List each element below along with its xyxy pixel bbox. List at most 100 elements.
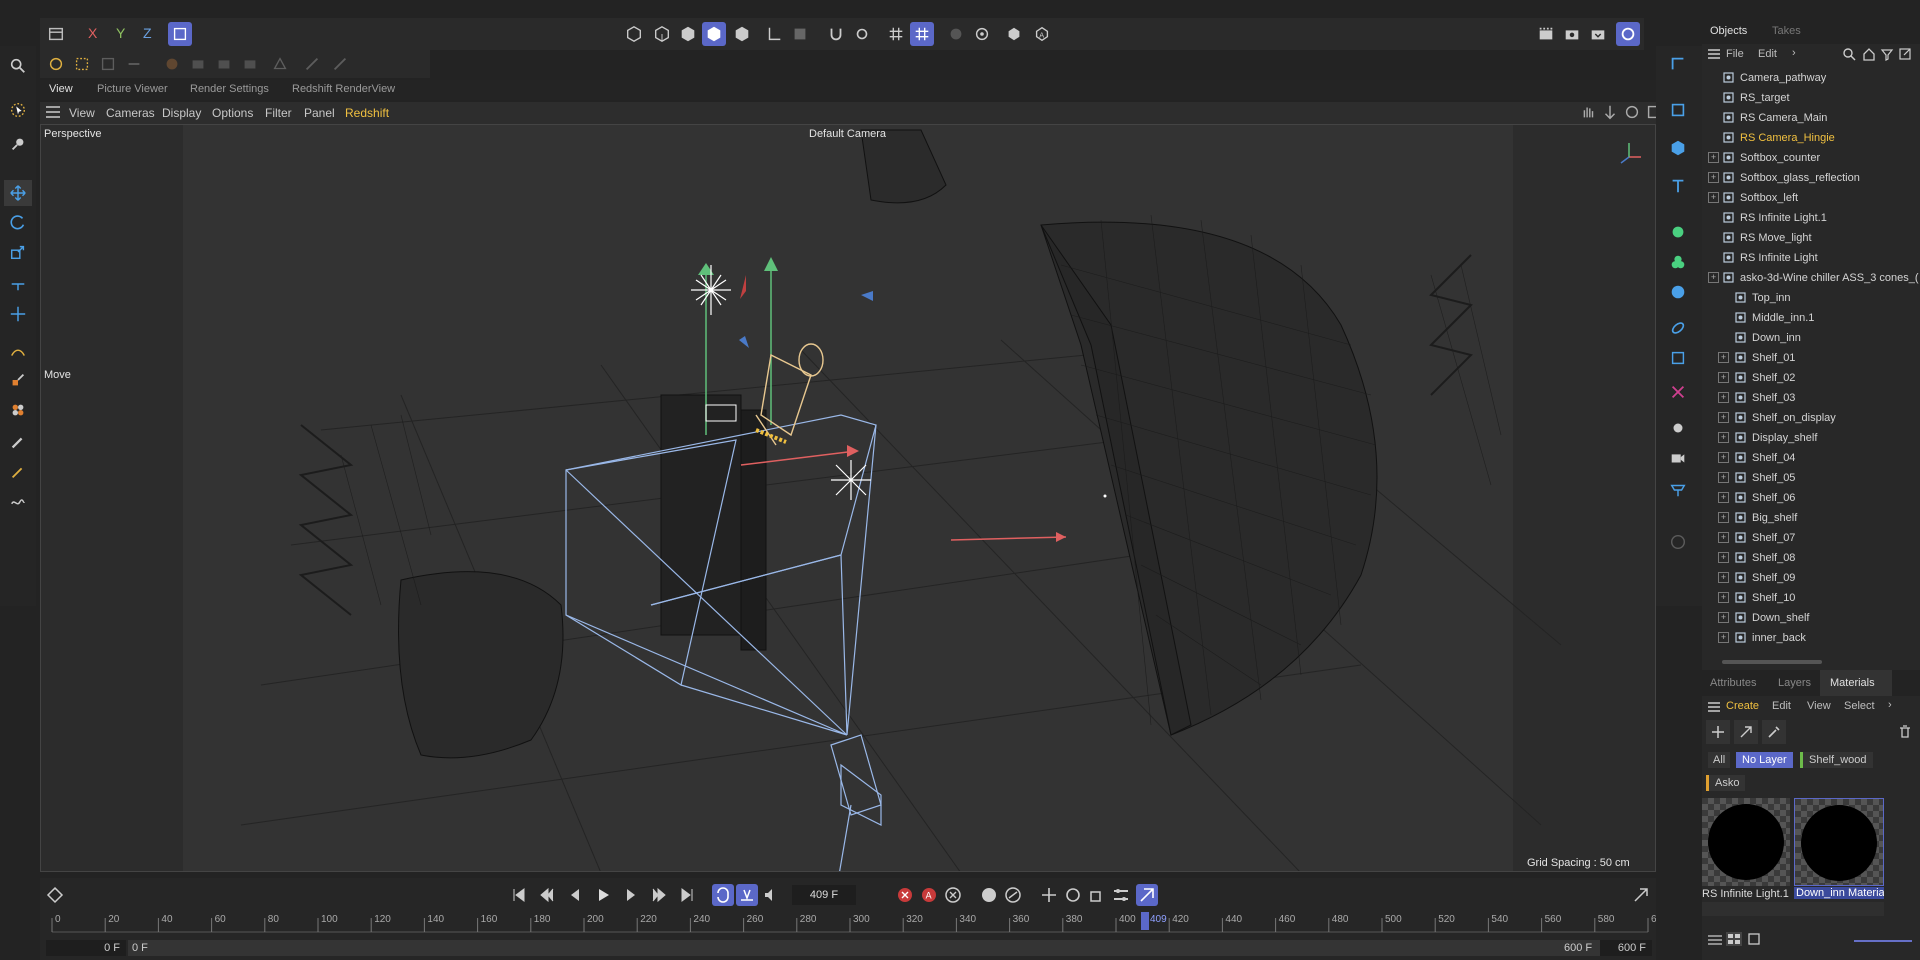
filter-all[interactable]: All: [1708, 752, 1731, 768]
tab-attributes[interactable]: Attributes: [1710, 677, 1756, 689]
orbit-icon[interactable]: [1622, 102, 1642, 122]
redshift-icon[interactable]: [1616, 22, 1640, 46]
lasso-selection-icon[interactable]: [96, 52, 120, 76]
horizontal-scrollbar[interactable]: [1722, 660, 1822, 664]
object-mode-icon[interactable]: [650, 22, 674, 46]
grid-snap-icon[interactable]: [884, 22, 908, 46]
menu-display[interactable]: Display: [162, 106, 201, 120]
assign-material-icon[interactable]: [1734, 720, 1758, 744]
tweak-tool-icon[interactable]: [6, 132, 30, 156]
object-list-item[interactable]: + Shelf_07: [1702, 528, 1920, 548]
text-object-icon[interactable]: [1666, 174, 1690, 198]
next-frame-icon[interactable]: [622, 886, 640, 904]
object-list-item[interactable]: RS Camera_Hingie: [1702, 128, 1920, 148]
object-list-item[interactable]: RS_target: [1702, 88, 1920, 108]
spline-object-icon[interactable]: [1666, 52, 1690, 76]
expand-toggle-icon[interactable]: +: [1718, 472, 1729, 483]
camera-object-icon[interactable]: [1666, 446, 1690, 470]
trash-icon[interactable]: [1894, 720, 1916, 744]
floor-object-icon[interactable]: [1666, 478, 1690, 502]
menu-view[interactable]: View: [1807, 700, 1831, 712]
object-list-item[interactable]: + inner_back: [1702, 628, 1920, 648]
object-list-item[interactable]: + Shelf_03: [1702, 388, 1920, 408]
render-settings-icon[interactable]: [1586, 22, 1610, 46]
extrude-icon[interactable]: [186, 52, 210, 76]
search-icon[interactable]: [1842, 47, 1856, 61]
filter-no-layer[interactable]: No Layer: [1736, 752, 1793, 768]
transform-tool-icon[interactable]: [6, 272, 30, 296]
lock-key-icon[interactable]: [980, 886, 998, 904]
axis-y-toggle[interactable]: Y: [116, 25, 125, 41]
tab-redshift-renderview[interactable]: Redshift RenderView: [292, 83, 395, 95]
tab-takes[interactable]: Takes: [1772, 25, 1801, 37]
hamburger-icon[interactable]: [1708, 701, 1720, 712]
preview-range-icon[interactable]: [736, 884, 758, 906]
object-list-item[interactable]: Camera_pathway: [1702, 68, 1920, 88]
render-view-icon[interactable]: [1534, 22, 1558, 46]
menu-edit[interactable]: Edit: [1758, 48, 1777, 60]
spline-pen-icon[interactable]: [6, 340, 30, 364]
min-frame-field[interactable]: 0 F: [46, 940, 126, 956]
active-camera-label[interactable]: Default Camera: [809, 128, 886, 140]
object-list-item[interactable]: + Shelf_02: [1702, 368, 1920, 388]
hamburger-icon[interactable]: [1708, 48, 1720, 59]
scale-track-icon[interactable]: [1088, 886, 1106, 904]
menu-cameras[interactable]: Cameras: [106, 106, 155, 120]
selection-tool-icon[interactable]: [6, 98, 30, 122]
object-list-item[interactable]: RS Infinite Light.1: [1702, 208, 1920, 228]
mograph-icon[interactable]: [6, 398, 30, 422]
render-region-icon[interactable]: [1002, 22, 1026, 46]
expand-toggle-icon[interactable]: +: [1718, 492, 1729, 503]
knife-icon[interactable]: [300, 52, 324, 76]
expand-toggle-icon[interactable]: +: [1718, 592, 1729, 603]
bridge-icon[interactable]: [238, 52, 262, 76]
object-list-item[interactable]: + Shelf_01: [1702, 348, 1920, 368]
autokey-icon[interactable]: A: [920, 886, 938, 904]
expand-toggle-icon[interactable]: +: [1718, 392, 1729, 403]
transform-all-icon[interactable]: [6, 302, 30, 326]
object-list-item[interactable]: Middle_inn.1: [1702, 308, 1920, 328]
material-label-selected[interactable]: Down_inn Materia: [1794, 887, 1884, 899]
brush-icon[interactable]: [328, 52, 352, 76]
filter-icon[interactable]: [1880, 47, 1894, 61]
scene-object-icon[interactable]: [1666, 346, 1690, 370]
expand-toggle-icon[interactable]: +: [1708, 152, 1719, 163]
knife-tool-icon[interactable]: [6, 460, 30, 484]
expand-toggle-icon[interactable]: +: [1718, 532, 1729, 543]
field-icon[interactable]: [1666, 316, 1690, 340]
pan-icon[interactable]: [1578, 102, 1598, 122]
deformer-icon[interactable]: [1666, 280, 1690, 304]
object-list-item[interactable]: + Shelf_09: [1702, 568, 1920, 588]
frame-ruler[interactable]: 0 20 40 60 80 100 120 140 160 180 200 220 240 260 280 3…: [40, 910, 1656, 938]
expand-toggle-icon[interactable]: +: [1718, 612, 1729, 623]
max-frame-field[interactable]: 600 F: [1600, 940, 1652, 956]
expand-toggle-icon[interactable]: +: [1718, 552, 1729, 563]
loop-selection-icon[interactable]: [122, 52, 146, 76]
object-list-item[interactable]: + Shelf_08: [1702, 548, 1920, 568]
motion-path-icon[interactable]: [1004, 886, 1022, 904]
tweak-mode-icon[interactable]: [788, 22, 812, 46]
menu-redshift[interactable]: Redshift: [345, 106, 389, 120]
axis-z-toggle[interactable]: Z: [143, 25, 152, 41]
object-list-item[interactable]: + Down_shelf: [1702, 608, 1920, 628]
rotate-tool-icon[interactable]: [6, 210, 30, 234]
eyedropper-icon[interactable]: [1762, 720, 1786, 744]
menu-file[interactable]: File: [1726, 48, 1744, 60]
uv-mode-icon[interactable]: [730, 22, 754, 46]
menu-view[interactable]: View: [69, 106, 95, 120]
list-view-icon[interactable]: [1708, 934, 1722, 946]
material-thumbnail[interactable]: [1702, 798, 1790, 886]
expand-toggle-icon[interactable]: +: [1708, 272, 1719, 283]
keyframe-icon[interactable]: [46, 886, 64, 904]
go-to-end-icon[interactable]: [678, 886, 696, 904]
expand-toggle-icon[interactable]: +: [1718, 412, 1729, 423]
object-list-item[interactable]: + asko-3d-Wine chiller ASS_3 cones_(: [1702, 268, 1920, 288]
object-list-item[interactable]: RS Camera_Main: [1702, 108, 1920, 128]
playhead[interactable]: [1141, 912, 1149, 930]
lock-workplane-icon[interactable]: [944, 22, 968, 46]
preview-start-label[interactable]: 0 F: [132, 942, 148, 954]
search-icon[interactable]: [6, 54, 30, 78]
object-list-item[interactable]: Top_inn: [1702, 288, 1920, 308]
generator-icon[interactable]: [1666, 220, 1690, 244]
cloner-icon[interactable]: [1666, 250, 1690, 274]
